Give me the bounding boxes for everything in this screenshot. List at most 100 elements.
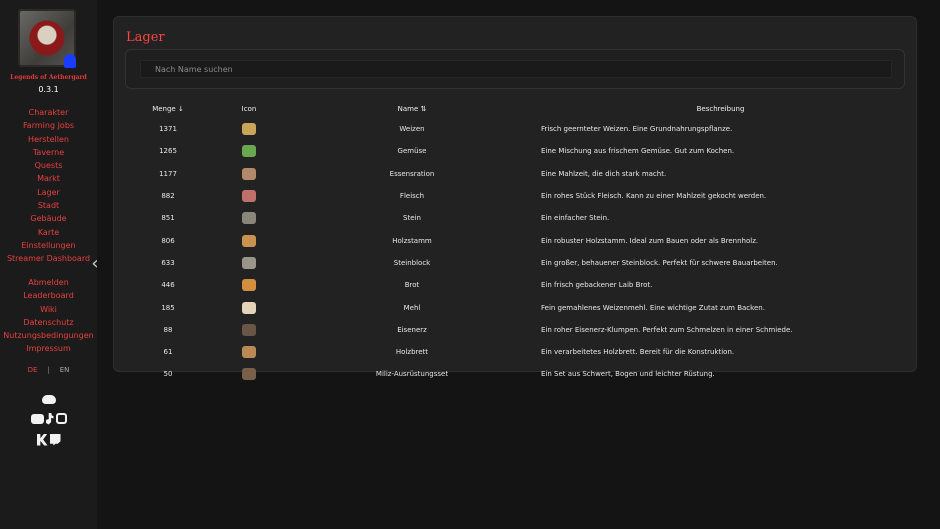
secondary-nav: Abmelden Leaderboard Wiki Datenschutz Nu… [0,276,97,356]
game-title: Legends of Aethergard [10,74,87,81]
table-row: 446 Brot Ein frisch gebackener Laib Brot. [131,274,911,296]
item-quantity: 185 [161,303,175,312]
table-row: 851 Stein Ein einfacher Stein. [131,207,911,229]
twitch-icon[interactable] [49,433,61,446]
item-quantity: 446 [161,281,175,290]
item-icon-cell [205,140,293,162]
nav-streamer-dashboard[interactable]: Streamer Dashboard [0,252,97,265]
social-row-1 [0,389,97,408]
social-row-2 [0,408,97,427]
nav-wiki[interactable]: Wiki [0,303,97,316]
item-description: Frisch geernteter Weizen. Eine Grundnahr… [541,125,733,134]
nav-leaderboard[interactable]: Leaderboard [0,289,97,302]
item-quantity: 806 [161,236,175,245]
item-icon-cell [205,341,293,363]
item-name: Brot [404,281,420,290]
table-row: 61 Holzbrett Ein verarbeitetes Holzbrett. … [131,341,911,363]
column-header-icon: Icon [241,104,257,113]
nav-stadt[interactable]: Stadt [0,199,97,212]
nav-quests[interactable]: Quests [0,159,97,172]
item-icon-cell [205,274,293,296]
item-icon [242,279,256,292]
item-description: Ein großer, behauener Steinblock. Perfek… [541,258,778,267]
item-quantity: 50 [163,370,173,379]
item-icon-cell [205,319,293,341]
item-quantity: 1265 [159,147,177,156]
nav-herstellen[interactable]: Herstellen [0,133,97,146]
item-icon-cell [205,118,293,140]
item-icon [242,301,256,314]
nav-abmelden[interactable]: Abmelden [0,276,97,289]
column-header-beschreibung: Beschreibung [696,104,745,113]
item-icon-cell [205,296,293,318]
table-row: 633 Steinblock Ein großer, behauener Stein… [131,252,911,274]
item-name: Gemüse [397,147,427,156]
table-row: 806 Holzstamm Ein robuster Holzstamm. Idea… [131,229,911,251]
item-description: Ein robuster Holzstamm. Ideal zum Bauen … [541,236,759,245]
item-description: Ein rohes Stück Fleisch. Kann zu einer M… [541,192,767,201]
nav-lager[interactable]: Lager [0,186,97,199]
nav-karte[interactable]: Karte [0,226,97,239]
nav-nutzungsbedingungen[interactable]: Nutzungsbedingungen [0,329,97,342]
item-icon [242,346,256,359]
search-container [125,49,905,89]
kick-icon[interactable] [36,433,48,446]
item-name: Stein [403,214,421,223]
column-header-menge[interactable]: Menge ↓ [131,99,205,118]
item-icon [242,368,256,381]
sidebar: Legends of Aethergard 0.3.1 Charakter Fa… [0,0,97,529]
item-name: Fleisch [399,192,425,201]
item-name: Miliz-Ausrüstungsset [375,370,449,379]
item-quantity: 851 [161,214,175,223]
nav-gebaeude[interactable]: Gebäude [0,212,97,225]
language-switcher: DE | EN [0,366,97,374]
item-icon-cell [205,185,293,207]
tiktok-icon[interactable] [45,412,54,425]
item-name: Steinblock [393,258,431,267]
table-header-row: Menge ↓ Icon Name ⇅ Beschreibung [131,99,911,118]
item-description: Ein frisch gebackener Laib Brot. [541,281,653,290]
nav-einstellungen[interactable]: Einstellungen [0,239,97,252]
item-description: Eine Mischung aus frischem Gemüse. Gut z… [541,147,735,156]
item-quantity: 88 [163,325,173,334]
table-row: 882 Fleisch Ein rohes Stück Fleisch. Kann … [131,185,911,207]
item-icon-cell [205,207,293,229]
item-icon [242,145,256,158]
search-input[interactable] [140,60,892,78]
item-name: Mehl [403,303,421,312]
collapse-sidebar-icon[interactable]: ‹ [87,255,103,273]
storage-table: Menge ↓ Icon Name ⇅ Beschreibung 1371 Wei… [131,99,911,386]
nav-markt[interactable]: Markt [0,172,97,185]
lang-de[interactable]: DE [28,366,38,374]
version-label: 0.3.1 [38,85,59,94]
page-title: Lager [126,30,165,45]
item-icon [242,167,256,180]
item-name: Eisenerz [397,325,427,334]
nav-taverne[interactable]: Taverne [0,146,97,159]
item-icon [242,212,256,225]
discord-icon[interactable] [41,395,56,404]
lang-separator: | [47,366,50,374]
table-row: 1371 Weizen Frisch geernteter Weizen. Eine… [131,118,911,140]
instagram-icon[interactable] [55,413,67,424]
nav-farming-jobs[interactable]: Farming Jobs [0,119,97,132]
item-quantity: 633 [161,258,175,267]
item-icon-cell [205,163,293,185]
item-description: Ein verarbeitetes Holzbrett. Bereit für … [541,348,735,357]
youtube-icon[interactable] [30,413,44,424]
item-icon [242,323,256,336]
nav-charakter[interactable]: Charakter [0,106,97,119]
item-icon [242,190,256,203]
lang-en[interactable]: EN [60,366,70,374]
table-row: 88 Eisenerz Ein roher Eisenerz-Klumpen. Pe… [131,319,911,341]
user-badge-icon [64,54,76,68]
item-name: Essensration [389,169,435,178]
nav-impressum[interactable]: Impressum [0,342,97,355]
table-row: 185 Mehl Fein gemahlenes Weizenmehl. Eine … [131,296,911,318]
column-header-name[interactable]: Name ⇅ [293,99,531,118]
item-description: Ein roher Eisenerz-Klumpen. Perfekt zum … [541,325,793,334]
item-name: Holzbrett [395,348,429,357]
storage-panel: Lager Menge ↓ Icon Name ⇅ Beschreibung 1… [113,16,917,381]
main-nav: Charakter Farming Jobs Herstellen Tavern… [0,106,97,266]
nav-datenschutz[interactable]: Datenschutz [0,316,97,329]
